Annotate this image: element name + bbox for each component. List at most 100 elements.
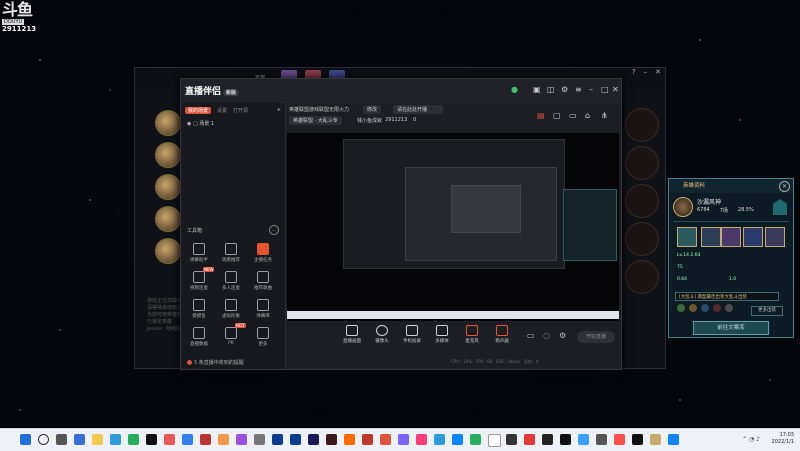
app-icon[interactable]: [470, 434, 481, 445]
more-builds-button[interactable]: 更多出装: [751, 306, 783, 316]
tool-danmu-assistant[interactable]: 弹幕助手: [185, 243, 213, 263]
widgets-icon[interactable]: [74, 434, 85, 445]
app-icon[interactable]: [146, 434, 157, 445]
app-icon[interactable]: [218, 434, 229, 445]
app-icon[interactable]: [344, 434, 355, 445]
build-dropdown[interactable]: [大乱斗] 典型最佳出装大乱斗出装: [675, 292, 779, 301]
tool-live-data[interactable]: 直播数据: [185, 327, 213, 347]
app-icon[interactable]: [452, 434, 463, 445]
clock[interactable]: 17:03 2022/1/1: [772, 432, 794, 446]
app-icon[interactable]: [200, 434, 211, 445]
close-icon[interactable]: ✕: [779, 181, 790, 192]
tab-settings[interactable]: 设置: [217, 107, 227, 114]
premiere-icon[interactable]: [308, 434, 319, 445]
message-icon[interactable]: ▣: [533, 85, 541, 94]
minimize-icon[interactable]: –: [644, 68, 648, 76]
record-icon[interactable]: ▭: [527, 331, 535, 340]
tool-pk[interactable]: HOT PK: [217, 323, 246, 346]
close-icon[interactable]: ✕: [612, 85, 619, 94]
clip-icon[interactable]: ◌: [543, 331, 550, 340]
app-icon[interactable]: [398, 434, 409, 445]
scene-item[interactable]: ◉ ▢ 场景 1: [181, 118, 285, 129]
app-icon[interactable]: [596, 434, 607, 445]
mic-button[interactable]: 麦克风: [459, 325, 485, 344]
media-button[interactable]: 多媒体: [429, 325, 455, 344]
app-icon[interactable]: [362, 434, 373, 445]
edge-icon[interactable]: [110, 434, 121, 445]
notification-footer[interactable]: 5 条直播中收到的提醒: [187, 359, 244, 366]
lol-icon[interactable]: [650, 434, 661, 445]
tool-fish[interactable]: 摸摸鱼: [185, 299, 213, 319]
gift-box-icon[interactable]: ▤: [537, 111, 545, 120]
champion-icon[interactable]: [765, 227, 785, 247]
chrome-icon[interactable]: [488, 434, 501, 447]
hero-info-panel[interactable]: 英雄资料 ✕ 沙漏风神 6784 7场 28.5% Lv.14 2.64 75 …: [668, 178, 794, 338]
close-icon[interactable]: ✕: [655, 68, 661, 76]
tab-open-source[interactable]: 打开源: [233, 107, 248, 114]
app-icon[interactable]: [128, 434, 139, 445]
app-icon[interactable]: [236, 434, 247, 445]
photoshop-icon[interactable]: [272, 434, 283, 445]
settings-icon[interactable]: ⚙: [559, 331, 566, 340]
system-tray[interactable]: ⌃ ◔ ♪: [742, 436, 760, 443]
go-library-button[interactable]: 前往文案库: [693, 321, 769, 335]
tab-my-scene[interactable]: 我的场景: [185, 107, 212, 114]
stream-title[interactable]: 英雄联盟游戏联盟无限火力: [289, 106, 349, 113]
tool-more[interactable]: 更多: [249, 327, 277, 347]
app-icon[interactable]: [434, 434, 445, 445]
gift-icon[interactable]: ◫: [547, 85, 555, 94]
tool-avatar[interactable]: 虚拟形象: [217, 299, 245, 319]
home-icon[interactable]: ⌂: [585, 111, 590, 120]
streaming-app-window[interactable]: 直播伴侣 新版 ● ▣ ◫ ⚙ ≡ – □ ✕ 我的场景 设置 打开源 + ◉ ▢…: [180, 78, 622, 370]
app-icon[interactable]: [326, 434, 337, 445]
start-icon[interactable]: [20, 434, 31, 445]
announcement-field[interactable]: 请在此处开播: [393, 105, 443, 114]
task-view-icon[interactable]: [56, 434, 67, 445]
app-icon[interactable]: [524, 434, 535, 445]
app-icon[interactable]: [668, 434, 679, 445]
add-camera-button[interactable]: 摄像头: [369, 325, 395, 344]
app-icon[interactable]: [578, 434, 589, 445]
app-icon[interactable]: [614, 434, 625, 445]
app-icon[interactable]: [164, 434, 175, 445]
tool-multi-link[interactable]: 多人连麦: [217, 271, 245, 291]
champion-icon[interactable]: [743, 227, 763, 247]
edit-title-button[interactable]: 修改: [363, 105, 382, 114]
share-icon[interactable]: ⋔: [601, 111, 608, 120]
add-scene-icon[interactable]: +: [277, 107, 281, 114]
tool-streamer-task[interactable]: 主播任务: [249, 243, 277, 263]
app-icon[interactable]: [506, 434, 517, 445]
champion-icon[interactable]: [701, 227, 721, 247]
maximize-icon[interactable]: □: [601, 85, 609, 94]
speaker-button[interactable]: 扬声器: [489, 325, 515, 344]
champion-icon[interactable]: [721, 227, 741, 247]
app-icon[interactable]: [380, 434, 391, 445]
app-icon[interactable]: [290, 434, 301, 445]
app-icon[interactable]: [182, 434, 193, 445]
status-icon[interactable]: ●: [511, 85, 518, 94]
help-icon[interactable]: ?: [632, 68, 636, 76]
app-icon[interactable]: [560, 434, 571, 445]
app-icon[interactable]: [254, 434, 265, 445]
eye-icon[interactable]: ◉: [187, 121, 191, 127]
category-select[interactable]: 英雄联盟 · 大乱斗专: [289, 116, 342, 125]
file-explorer-icon[interactable]: [92, 434, 103, 445]
settings-icon[interactable]: ⚙: [561, 85, 568, 94]
tool-video-link[interactable]: NEW 视频连麦: [185, 267, 215, 291]
menu-icon[interactable]: ≡: [575, 85, 582, 94]
minimize-icon[interactable]: –: [589, 85, 593, 94]
tool-watch-recommend[interactable]: 观看推荐: [217, 243, 245, 263]
lock-icon[interactable]: ▢: [193, 121, 198, 127]
phone-cast-button[interactable]: 手机投屏: [399, 325, 425, 344]
lock-icon[interactable]: ▢: [553, 111, 561, 120]
tool-song[interactable]: 推荐歌曲: [249, 271, 277, 291]
tool-danmu-library[interactable]: 弹幕库: [249, 299, 277, 319]
tools-more-icon[interactable]: …: [269, 225, 279, 235]
app-icon[interactable]: [632, 434, 643, 445]
live-preview[interactable]: [287, 133, 619, 321]
champion-icon[interactable]: [677, 227, 697, 247]
app-icon[interactable]: [416, 434, 427, 445]
window-icon[interactable]: ▭: [569, 111, 577, 120]
app-icon[interactable]: [542, 434, 553, 445]
start-live-button[interactable]: 开始直播: [577, 331, 615, 343]
